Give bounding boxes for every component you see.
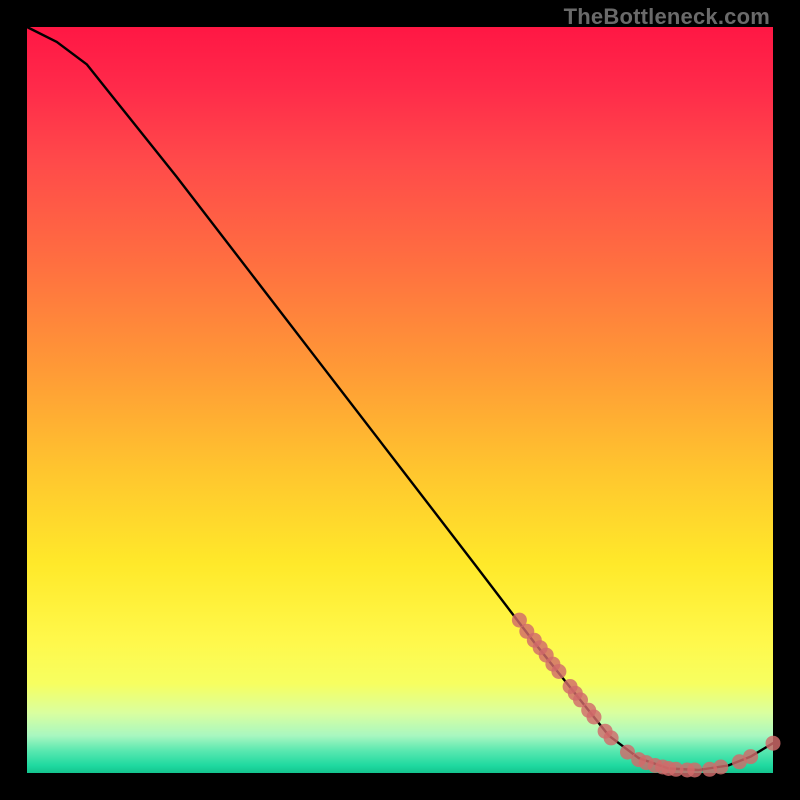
data-point (743, 749, 758, 764)
data-point (604, 730, 619, 745)
data-point (551, 664, 566, 679)
data-point (587, 710, 602, 725)
chart-stage: TheBottleneck.com (0, 0, 800, 800)
chart-svg (27, 27, 773, 773)
data-point (766, 736, 781, 751)
bottleneck-curve (27, 27, 773, 770)
data-points-group (512, 613, 781, 778)
data-point (687, 763, 702, 778)
chart-plot-area (27, 27, 773, 773)
data-point (713, 760, 728, 775)
